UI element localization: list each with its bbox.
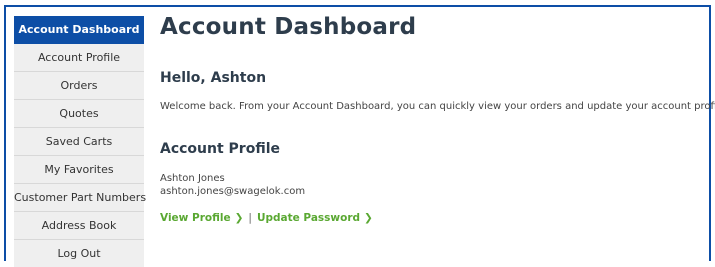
sidebar-item-my-favorites[interactable]: My Favorites — [14, 156, 144, 184]
sidebar-item-account-dashboard[interactable]: Account Dashboard — [14, 16, 144, 44]
sidebar-item-customer-part-numbers[interactable]: Customer Part Numbers — [14, 184, 146, 212]
sidebar-item-address-book[interactable]: Address Book — [14, 212, 144, 240]
link-separator: | — [248, 212, 252, 224]
dashboard-main: Account Dashboard Hello, Ashton Welcome … — [160, 14, 715, 224]
profile-links: View Profile ❯ | Update Password ❯ — [160, 212, 373, 224]
chevron-right-icon: ❯ — [234, 212, 244, 224]
sidebar-item-saved-carts[interactable]: Saved Carts — [14, 128, 144, 156]
sidebar-item-orders[interactable]: Orders — [14, 72, 144, 100]
chevron-right-icon: ❯ — [364, 212, 373, 224]
view-profile-label: View Profile — [160, 212, 231, 224]
view-profile-link[interactable]: View Profile ❯ — [160, 212, 243, 224]
profile-name: Ashton Jones — [160, 173, 225, 184]
sidebar-item-log-out[interactable]: Log Out — [14, 240, 144, 267]
welcome-text: Welcome back. From your Account Dashboar… — [160, 101, 715, 112]
sidebar-item-account-profile[interactable]: Account Profile — [14, 44, 144, 72]
account-profile-heading: Account Profile — [160, 141, 281, 157]
sidebar-item-quotes[interactable]: Quotes — [14, 100, 144, 128]
greeting-heading: Hello, Ashton — [160, 70, 267, 86]
account-sidebar: Account Dashboard Account Profile Orders… — [14, 16, 146, 267]
update-password-link[interactable]: Update Password ❯ — [257, 212, 373, 224]
update-password-label: Update Password — [256, 212, 361, 224]
page-title: Account Dashboard — [160, 14, 417, 40]
profile-email: ashton.jones@swagelok.com — [160, 186, 306, 197]
